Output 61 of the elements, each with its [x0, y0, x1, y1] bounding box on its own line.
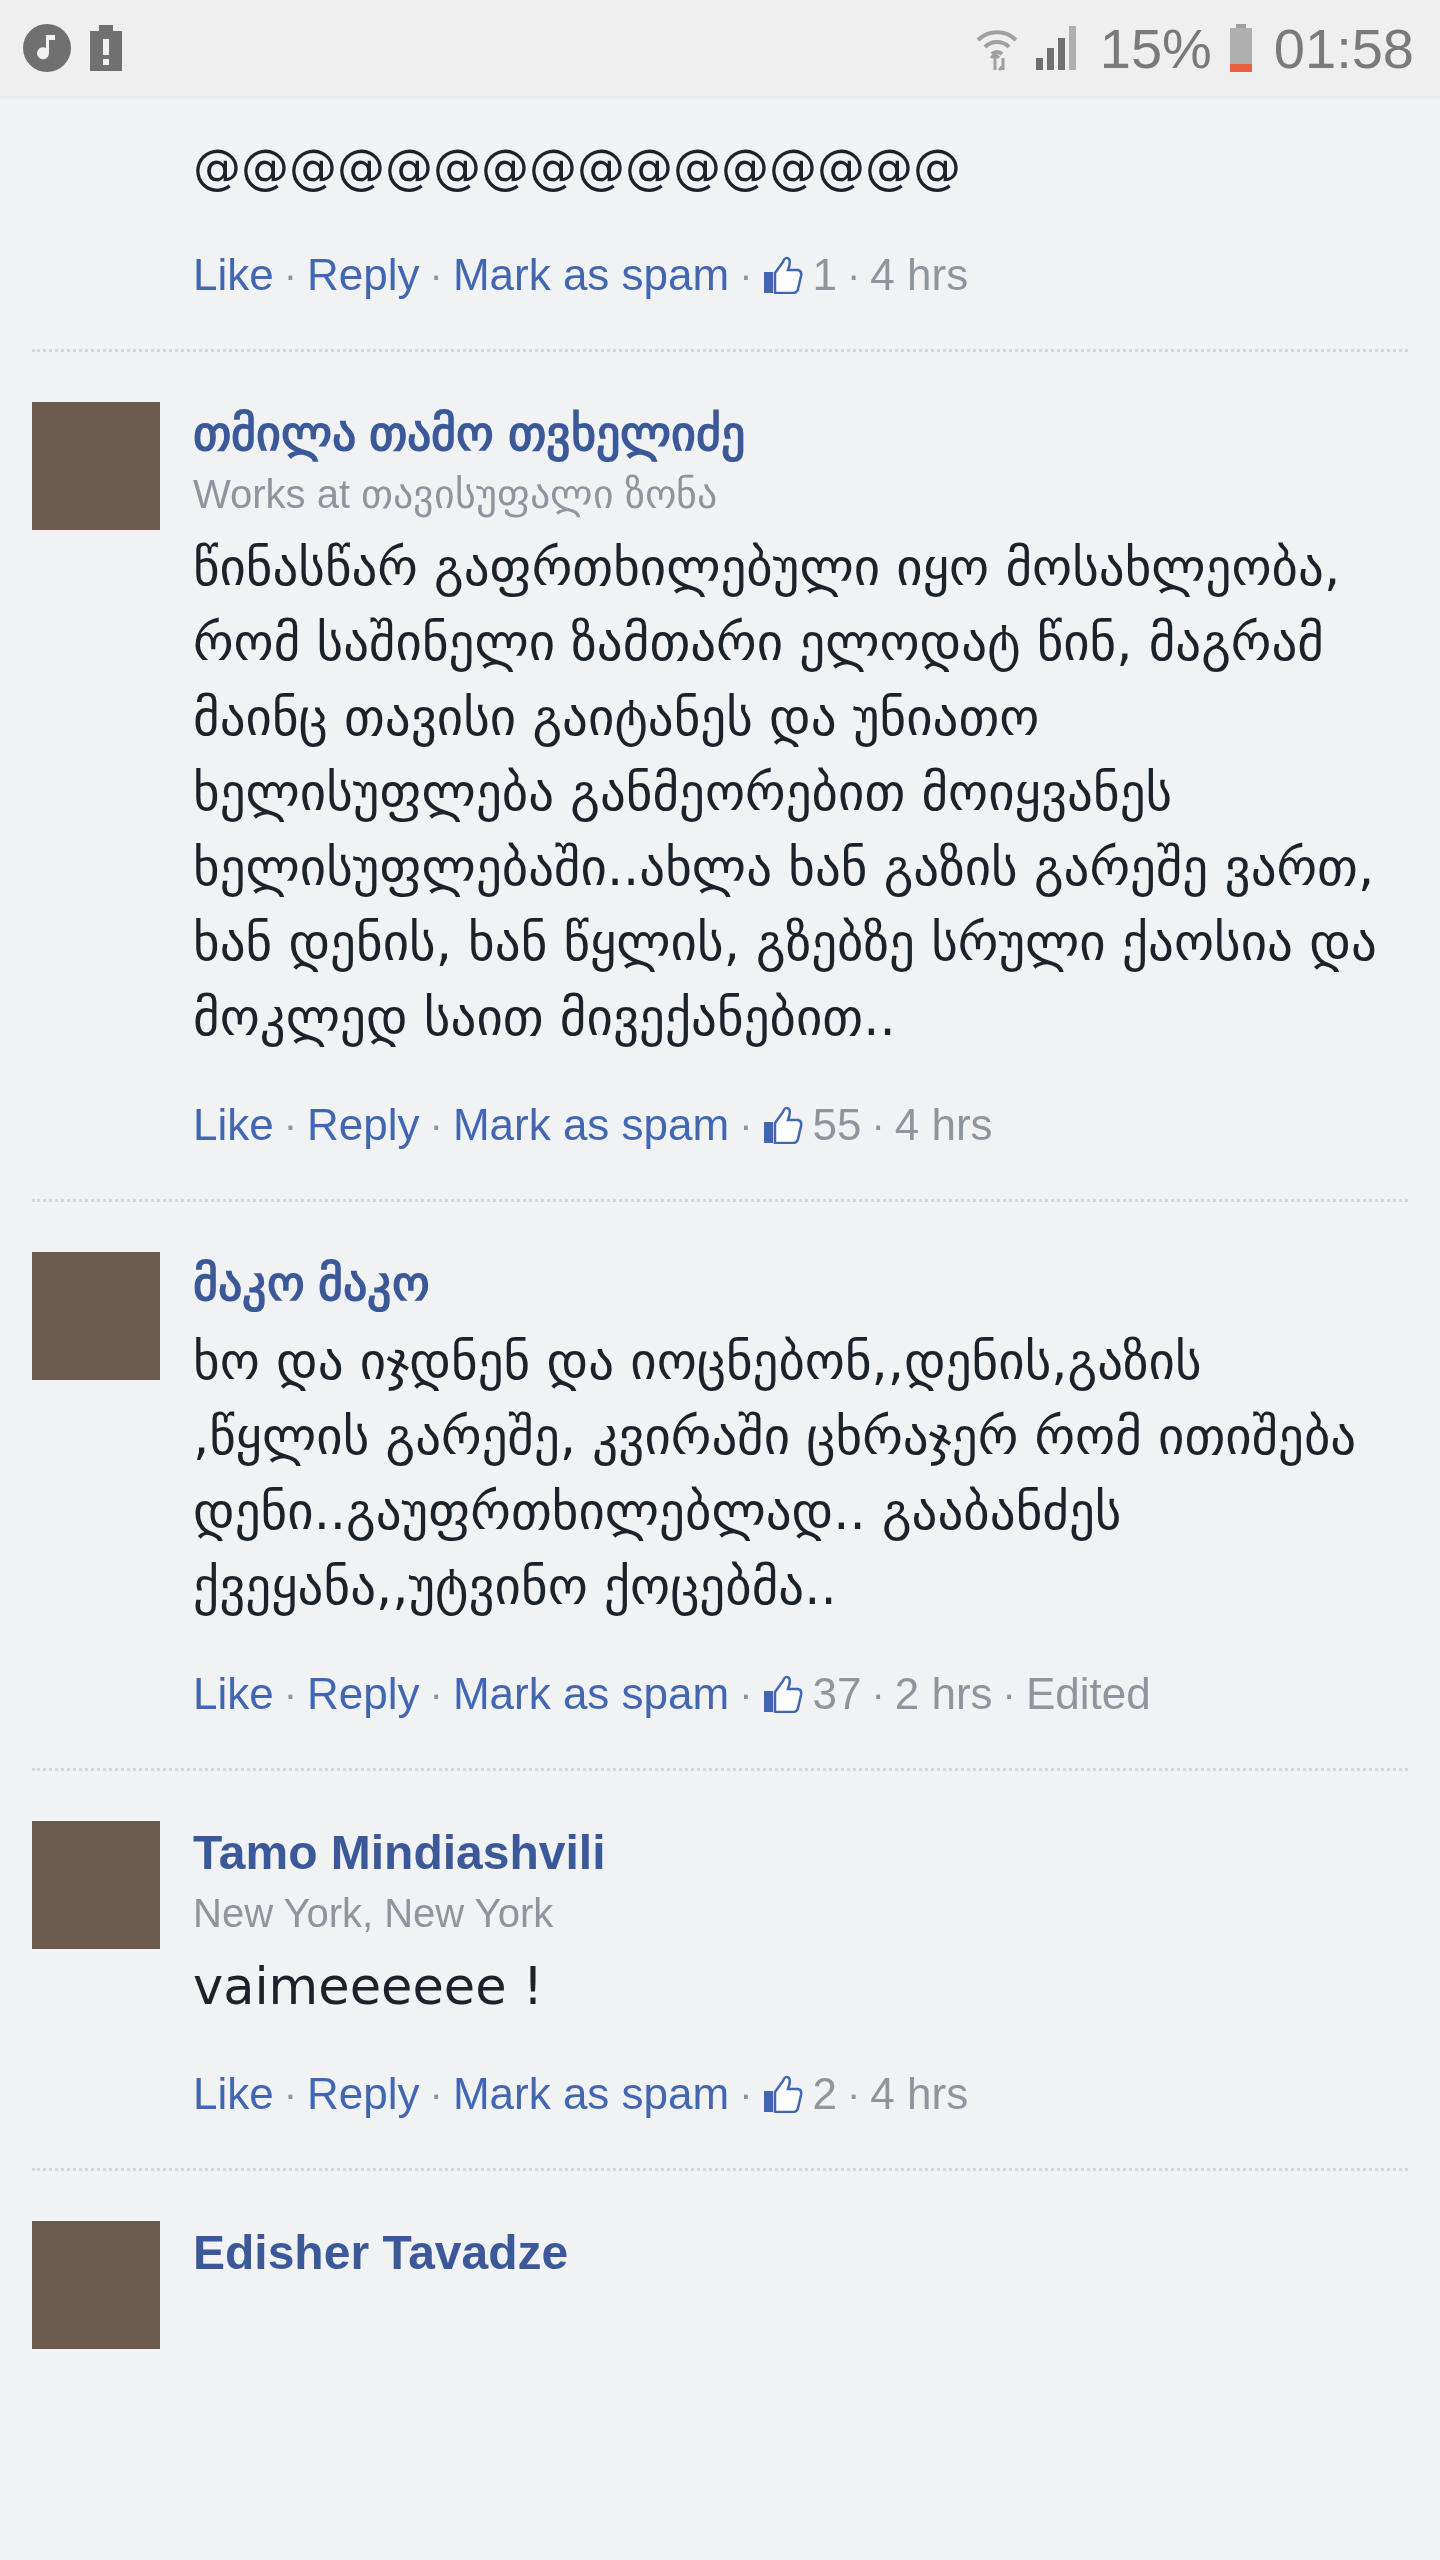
separator-dot: ·: [739, 252, 753, 298]
reply-link[interactable]: Reply: [307, 250, 420, 300]
separator-dot: ·: [739, 1671, 753, 1717]
separator-dot: ·: [739, 1102, 753, 1148]
author-subtitle: New York, New York: [193, 1890, 555, 1937]
thumbs-up-icon: [762, 1675, 803, 1713]
separator-dot: ·: [429, 1671, 443, 1717]
music-note-icon: [22, 23, 72, 73]
separator-dot: ·: [283, 2071, 298, 2117]
thumbs-up-icon: [762, 256, 803, 294]
separator-dot: ·: [429, 1102, 443, 1148]
thumbs-up-icon: [762, 2075, 803, 2113]
comment-time: 4 hrs: [870, 250, 969, 300]
comment-text: vaimeeeeee !: [193, 1956, 545, 2018]
like-count: 37: [812, 1669, 862, 1719]
comment-text: @@@@@@@@@@@@@@@@: [193, 138, 962, 197]
separator-dot: ·: [429, 252, 443, 298]
like-link[interactable]: Like: [193, 250, 274, 300]
like-count: 1: [812, 250, 837, 300]
battery-icon: [1229, 24, 1252, 72]
alert-icon: [90, 25, 122, 71]
separator-dot: ·: [847, 2071, 861, 2117]
comment-time: 4 hrs: [894, 1100, 993, 1150]
author-subtitle: Works at თავისუფალი ზონა: [193, 471, 719, 520]
thumbs-up-icon: [762, 1106, 803, 1144]
avatar-photo-placeholder[interactable]: [32, 402, 160, 530]
reply-link[interactable]: Reply: [307, 2069, 420, 2119]
separator-dot: ·: [871, 1102, 885, 1148]
author-name-link[interactable]: Tamo Mindiashvili: [193, 1821, 1408, 1885]
like-count: 2: [812, 2069, 837, 2119]
mark-as-spam-link[interactable]: Mark as spam: [452, 1669, 730, 1719]
mark-as-spam-link[interactable]: Mark as spam: [452, 2069, 730, 2119]
battery-percentage: 15%: [1099, 15, 1212, 81]
clock-time: 01:58: [1273, 15, 1414, 81]
like-link[interactable]: Like: [193, 1669, 274, 1719]
avatar-photo-placeholder[interactable]: [32, 1821, 160, 1949]
author-name-link[interactable]: Edisher Tavadze: [193, 2221, 1408, 2285]
separator-dot: ·: [283, 1102, 298, 1148]
like-link[interactable]: Like: [193, 1100, 274, 1150]
separator-dot: ·: [847, 252, 861, 298]
separator-dot: ·: [1002, 1671, 1016, 1717]
author-name-link[interactable]: თმილა თამო თვხელიძე: [193, 402, 1408, 466]
separator-dot: ·: [429, 2071, 443, 2117]
avatar-photo-placeholder[interactable]: [32, 1252, 160, 1380]
comment-time: 2 hrs: [894, 1669, 993, 1719]
comment-text: წინასწარ გაფრთხილებული იყო მოსახლეობა, რომ საშინელი ზამთარი ელოდატ წინ, მაგრამ მაინც თავისი გაიტანეს და უნიათო ხელისუფლება განმეორებით მოიყვანეს ხელისუფლებაში..ახლა ხან გაზის გარეშე ვართ, ხან დენის, ხან წყლის, გზებზე სრული ქაოსია და მოკლედ საით მივექანებით..: [193, 537, 1378, 1049]
separator-dot: ·: [283, 252, 298, 298]
author-name-link[interactable]: მაკო მაკო: [193, 1252, 1408, 1316]
like-count: 55: [812, 1100, 862, 1150]
mark-as-spam-link[interactable]: Mark as spam: [452, 1100, 730, 1150]
comment-text: ხო და იჯდნენ და იოცნებონ,,დენის,გაზის ,წყლის გარეშე, კვირაში ცხრაჯერ რომ ითიშება დენი..გაუფრთხილებლად.. გააბანძეს ქვეყანა,,უტვინო ქოცებმა..: [193, 1331, 1358, 1618]
mark-as-spam-link[interactable]: Mark as spam: [452, 250, 730, 300]
reply-link[interactable]: Reply: [307, 1669, 420, 1719]
edited-label: Edited: [1025, 1669, 1151, 1719]
like-link[interactable]: Like: [193, 2069, 274, 2119]
separator-dot: ·: [871, 1671, 885, 1717]
separator-dot: ·: [283, 1671, 298, 1717]
reply-link[interactable]: Reply: [307, 1100, 420, 1150]
comment-time: 4 hrs: [870, 2069, 969, 2119]
avatar-photo-placeholder[interactable]: [32, 2221, 160, 2349]
separator-dot: ·: [739, 2071, 753, 2117]
